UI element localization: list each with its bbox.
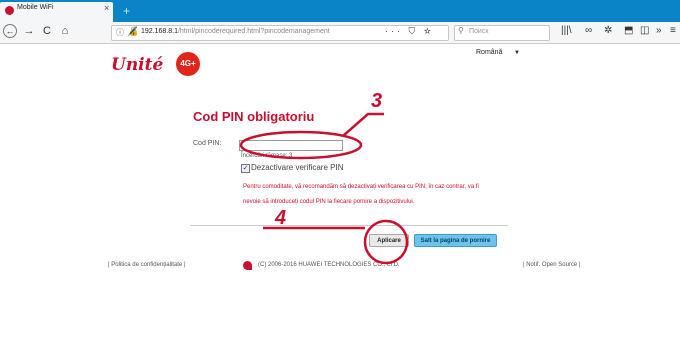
annotation-overlay <box>239 112 409 265</box>
step-4-label: 4 <box>275 207 287 229</box>
step3-pointer-line <box>342 112 384 137</box>
step-3-label: 3 <box>371 90 383 112</box>
apply-button-highlight-circle <box>363 219 409 265</box>
